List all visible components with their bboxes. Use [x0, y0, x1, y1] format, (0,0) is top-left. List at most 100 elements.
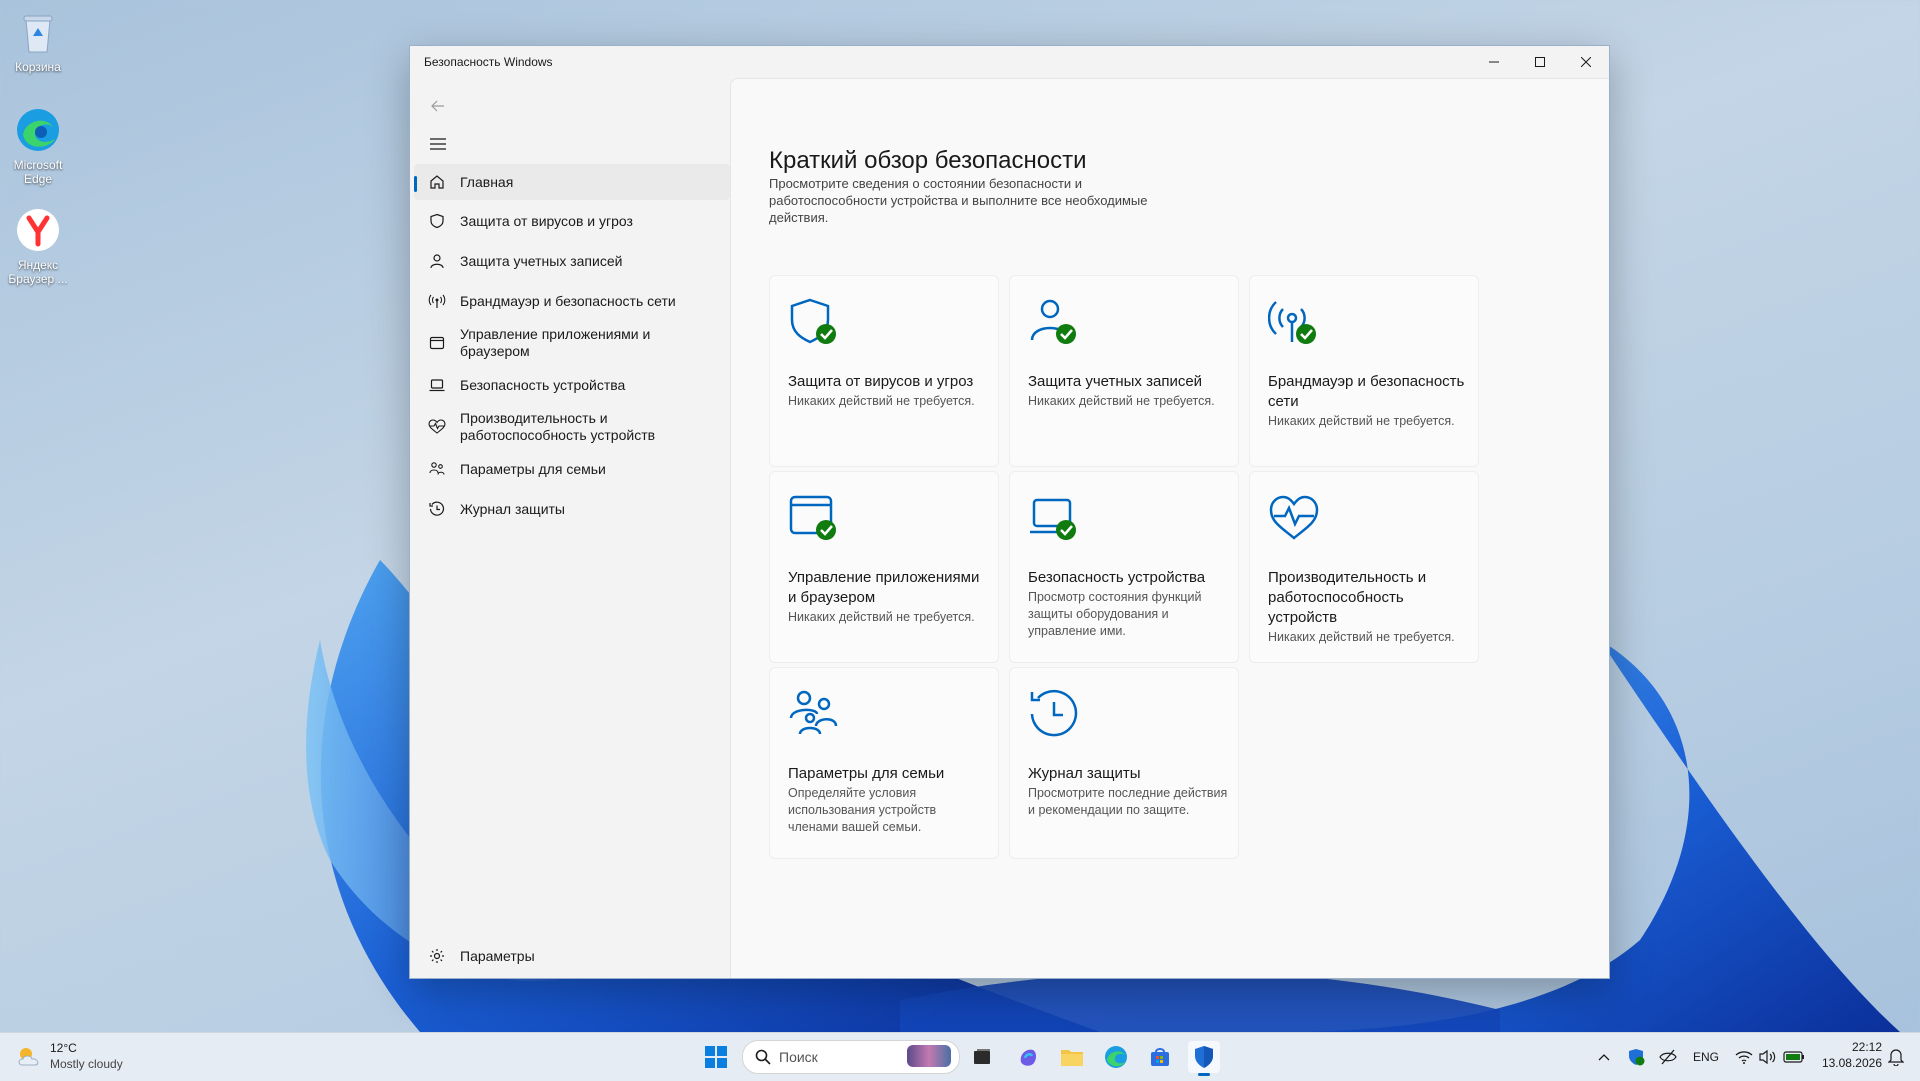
close-icon: [1581, 57, 1591, 67]
card-title: Защита от вирусов и угроз: [788, 373, 974, 390]
person-check-icon: [1028, 296, 1080, 348]
maximize-button[interactable]: [1517, 46, 1563, 78]
taskbar-clock[interactable]: 22:12 13.08.2026: [1822, 1039, 1882, 1071]
back-arrow-icon: [431, 100, 444, 112]
desktop-icon-yandex[interactable]: Яндекс Браузер ...: [4, 206, 72, 286]
shield-check-icon: [788, 296, 840, 348]
file-explorer-button[interactable]: [1056, 1041, 1088, 1073]
notifications-button[interactable]: [1880, 1041, 1912, 1073]
yandex-browser-icon: [14, 206, 62, 254]
card-history[interactable]: Журнал защиты Просмотрите последние дейст…: [1009, 667, 1239, 859]
sidebar-item-label: Защита от вирусов и угроз: [460, 212, 633, 229]
card-account-protection[interactable]: Защита учетных записей Никаких действий н…: [1009, 275, 1239, 467]
sidebar-item-history[interactable]: Журнал защиты: [414, 490, 730, 528]
card-title: Защита учетных записей: [1028, 373, 1203, 390]
family-icon: [428, 460, 446, 478]
windows-security-window: Безопасность Windows Главная Защита от в…: [409, 45, 1610, 979]
title-bar[interactable]: Безопасность Windows: [410, 46, 1609, 78]
copilot-icon: [1020, 1049, 1036, 1066]
start-button[interactable]: [700, 1041, 732, 1073]
sidebar-item-label: Брандмауэр и безопасность сети: [460, 292, 676, 309]
card-description: Определяйте условия использования устрой…: [788, 786, 937, 834]
bell-icon: [1888, 1049, 1904, 1066]
tray-security-icon-button[interactable]: [1620, 1041, 1652, 1073]
weather-temperature: 12°C: [50, 1041, 77, 1055]
app-window-icon: [428, 334, 446, 352]
sidebar-item-label: Безопасность устройства: [460, 376, 626, 393]
search-highlight-image: [907, 1045, 951, 1067]
sidebar-item-performance[interactable]: Производительность и работоспособность у…: [414, 406, 730, 448]
shield-icon: [428, 212, 446, 230]
cloudy-weather-icon: [18, 1048, 39, 1066]
taskbar-search[interactable]: Поиск: [742, 1040, 960, 1074]
windows-security-taskbar-button[interactable]: [1188, 1041, 1220, 1076]
app-window-check-icon: [788, 492, 840, 544]
card-virus-protection[interactable]: Защита от вирусов и угроз Никаких действи…: [769, 275, 999, 467]
chevron-up-icon: [1598, 1054, 1610, 1061]
show-hidden-icons-button[interactable]: [1588, 1041, 1620, 1073]
sidebar-item-family[interactable]: Параметры для семьи: [414, 450, 730, 488]
battery-charging-icon: [1783, 1051, 1804, 1063]
card-title: Параметры для семьи: [788, 765, 945, 782]
window-title: Безопасность Windows: [424, 55, 553, 69]
task-view-button[interactable]: [966, 1041, 998, 1073]
wifi-icon: [1735, 1051, 1753, 1064]
card-device-security[interactable]: Безопасность устройства Просмотр состояни…: [1009, 471, 1239, 663]
hamburger-menu-button[interactable]: [424, 130, 452, 158]
card-status: Никаких действий не требуется.: [1268, 630, 1455, 644]
folder-icon: [1061, 1050, 1083, 1066]
card-title: Управление приложениями и браузером: [788, 569, 980, 606]
page-description: Просмотрите сведения о состоянии безопас…: [769, 176, 1148, 225]
main-content: Краткий обзор безопасности Просмотрите с…: [730, 78, 1609, 978]
card-firewall[interactable]: Брандмауэр и безопасность сети Никаких де…: [1249, 275, 1479, 467]
desktop-icon-edge[interactable]: Microsoft Edge: [4, 106, 72, 186]
windows-logo-icon: [705, 1046, 727, 1068]
close-button[interactable]: [1563, 46, 1609, 78]
person-icon: [428, 252, 446, 270]
sidebar-item-label: Журнал защиты: [460, 500, 565, 517]
card-title: Журнал защиты: [1028, 765, 1141, 782]
sidebar-item-virus-protection[interactable]: Защита от вирусов и угроз: [414, 202, 730, 240]
laptop-check-icon: [1028, 492, 1080, 544]
sidebar-item-label: Производительность и работоспособность у…: [460, 410, 656, 443]
minimize-icon: [1489, 61, 1499, 63]
sidebar-item-settings[interactable]: Параметры: [414, 938, 754, 974]
back-button[interactable]: [424, 92, 452, 120]
card-performance[interactable]: Производительность и работоспособность у…: [1249, 471, 1479, 663]
history-icon: [428, 500, 446, 518]
sidebar-item-account-protection[interactable]: Защита учетных записей: [414, 242, 730, 280]
card-app-browser[interactable]: Управление приложениями и браузером Никак…: [769, 471, 999, 663]
store-button[interactable]: [1144, 1041, 1176, 1073]
sidebar-item-app-browser[interactable]: Управление приложениями и браузером: [414, 322, 730, 364]
copilot-button[interactable]: [1012, 1041, 1044, 1073]
family-icon: [788, 688, 840, 740]
language-indicator[interactable]: ENG: [1688, 1041, 1724, 1073]
edge-taskbar-button[interactable]: [1100, 1041, 1132, 1073]
page-title: Краткий обзор безопасности: [769, 147, 1087, 175]
desktop-icon-recycle-bin[interactable]: Корзина: [4, 8, 72, 74]
card-status: Никаких действий не требуется.: [1268, 414, 1455, 428]
heart-pulse-icon: [428, 418, 446, 436]
sidebar-item-firewall[interactable]: Брандмауэр и безопасность сети: [414, 282, 730, 320]
card-status: Никаких действий не требуется.: [1028, 394, 1215, 408]
sidebar-item-home[interactable]: Главная: [414, 164, 730, 200]
edge-icon: [14, 106, 62, 154]
battery-button[interactable]: [1778, 1041, 1810, 1073]
card-title: Безопасность устройства: [1028, 569, 1206, 586]
desktop-icon-label: Яндекс Браузер ...: [8, 258, 68, 286]
sidebar-item-label: Управление приложениями и браузером: [460, 326, 651, 359]
clock-time: 22:12: [1851, 1040, 1882, 1054]
laptop-icon: [428, 376, 446, 394]
shield-check-tray-icon: [1629, 1049, 1645, 1066]
clock-date: 13.08.2026: [1821, 1056, 1882, 1070]
tray-network-off-button[interactable]: [1652, 1041, 1684, 1073]
sidebar-item-device-security[interactable]: Безопасность устройства: [414, 366, 730, 404]
antenna-check-icon: [1267, 296, 1320, 348]
card-status: Просмотр состояния функций защиты оборуд…: [1028, 590, 1202, 638]
search-icon: [755, 1049, 771, 1065]
gear-icon: [428, 947, 446, 965]
minimize-button[interactable]: [1471, 46, 1517, 78]
card-status: Никаких действий не требуется.: [788, 394, 975, 408]
taskbar: 12°C Mostly cloudy Поиск ENG 22:12 13.08…: [0, 1032, 1920, 1081]
card-family[interactable]: Параметры для семьи Определяйте условия и…: [769, 667, 999, 859]
